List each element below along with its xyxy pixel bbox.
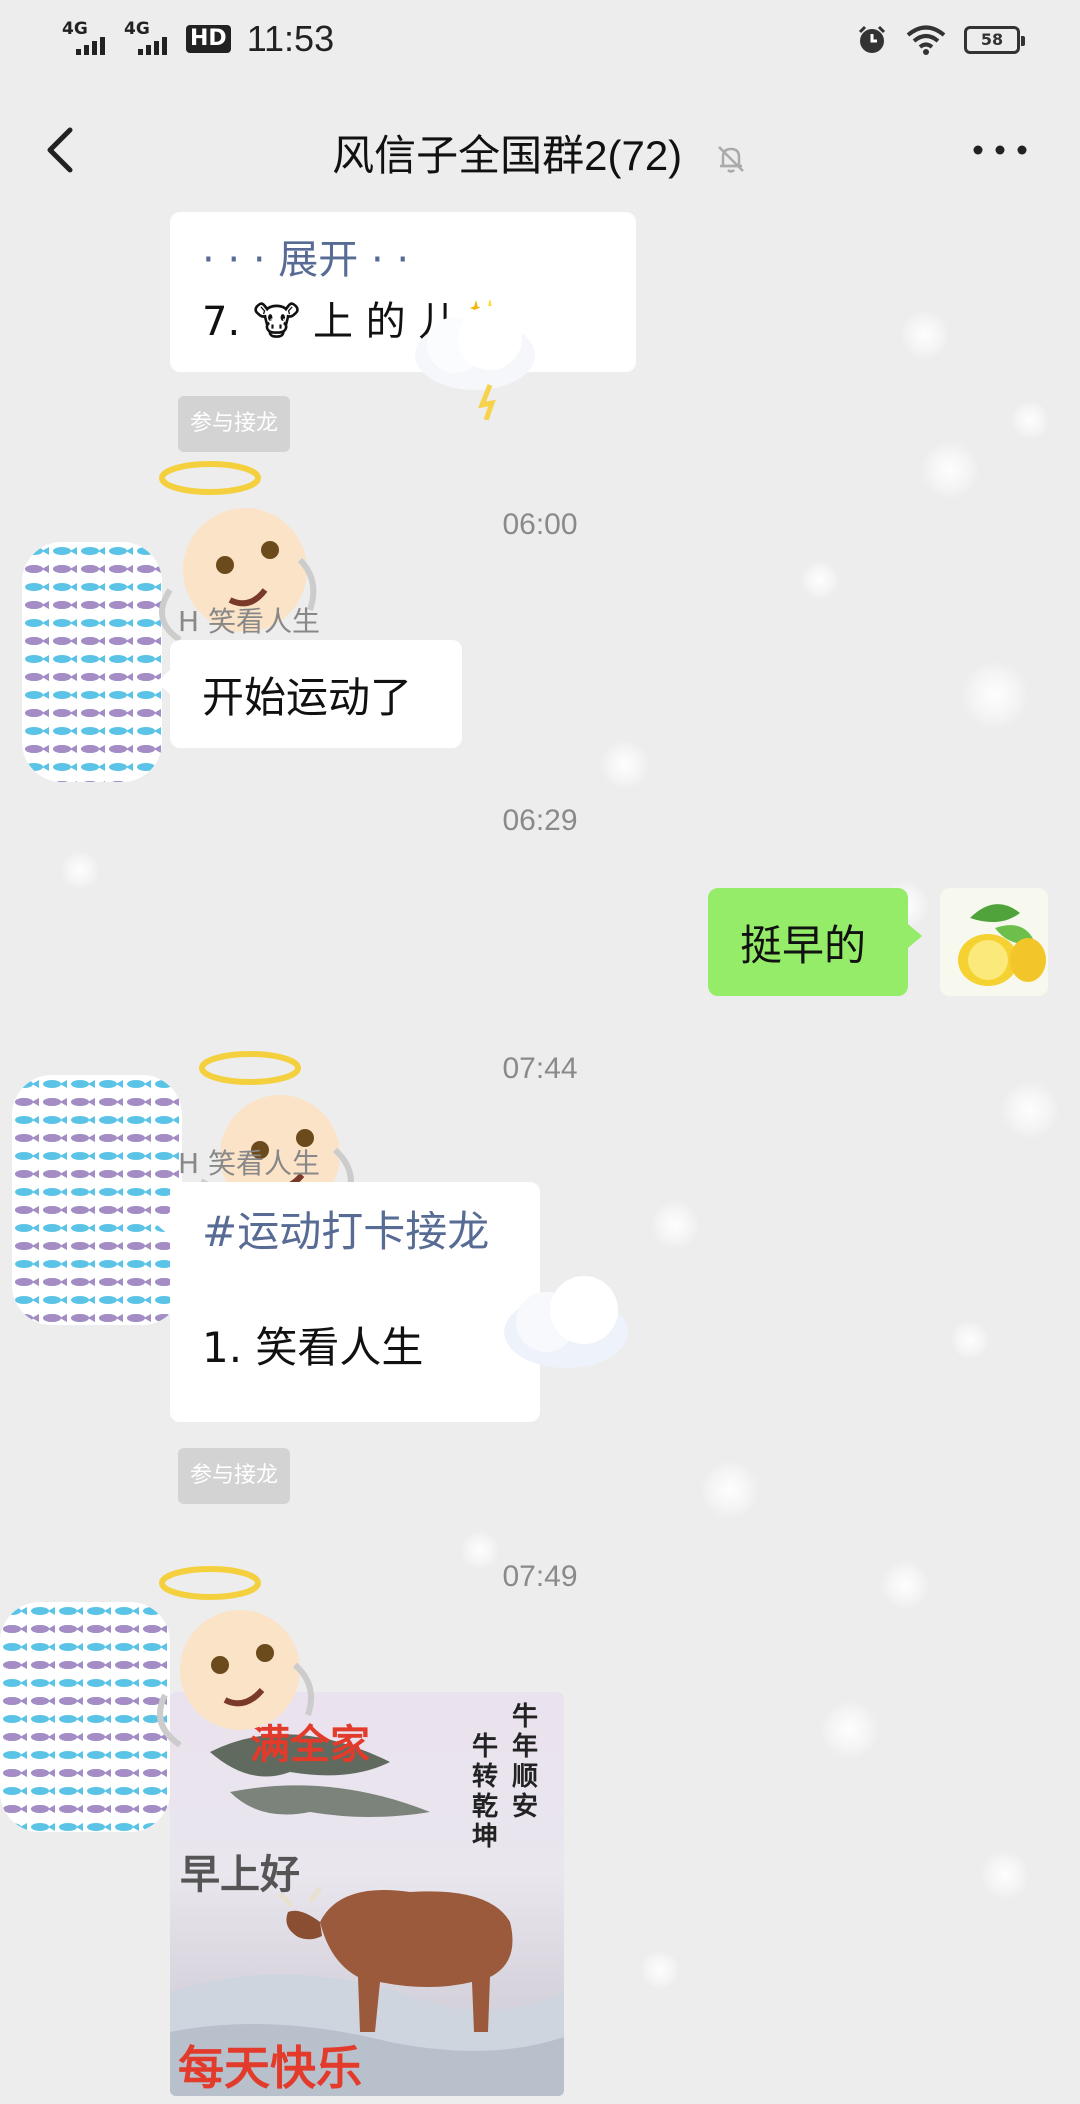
alarm-icon	[858, 25, 886, 53]
message-bubble-solitaire[interactable]: #运动打卡接龙 1. 笑看人生	[156, 1182, 540, 1422]
sender-name: H 笑看人生	[178, 605, 320, 638]
message-text: 1. 笑看人生	[202, 1323, 424, 1372]
wifi-icon	[906, 25, 946, 55]
fish-pattern-avatar	[0, 1602, 170, 1832]
chat-title: 风信子全国群2(72)	[0, 122, 1080, 183]
message-text: 开始运动了	[202, 673, 413, 722]
signal-icon-2: 4G	[124, 19, 176, 59]
my-avatar[interactable]	[940, 888, 1048, 996]
image-text-mid: 早上好	[180, 1852, 300, 1898]
clock: 11:53	[246, 18, 335, 59]
timestamp: 06:29	[502, 804, 578, 837]
avatar[interactable]	[0, 1602, 170, 1832]
join-solitaire-chip[interactable]: 参与接龙	[178, 1448, 291, 1504]
image-text-right1: 牛年顺安	[512, 1702, 539, 1822]
image-text-right2: 牛转乾坤	[472, 1732, 499, 1852]
status-bar: 4G 4G HD 11:53 58	[0, 0, 1080, 90]
sender-name: H 笑看人生	[178, 1147, 320, 1180]
my-message-bubble[interactable]: 挺早的	[708, 888, 922, 996]
chat-header: 风信子全国群2(72)	[0, 100, 1080, 200]
message-text: 挺早的	[740, 921, 867, 970]
cloud-sticker	[415, 306, 535, 420]
avatar[interactable]	[22, 542, 162, 782]
signal-icon: 4G	[62, 19, 114, 59]
angel-sticker	[157, 1566, 314, 1748]
fish-pattern-avatar	[12, 1075, 182, 1325]
solitaire-hashtag[interactable]: #运动打卡接龙	[202, 1204, 508, 1260]
avatar[interactable]	[12, 1075, 182, 1325]
fish-pattern-avatar	[22, 542, 162, 782]
group-name: 风信子全国群2(72)	[332, 132, 683, 179]
more-options-icon[interactable]	[970, 138, 1030, 162]
image-text-bottom: 每天快乐	[178, 2041, 362, 2095]
message-bubble[interactable]: 开始运动了	[156, 640, 462, 748]
cloud-sticker	[504, 1276, 628, 1368]
battery-icon: 58	[964, 26, 1025, 54]
lemon-avatar-image	[940, 888, 1048, 996]
hd-icon: HD	[186, 25, 231, 53]
mute-bell-icon	[717, 146, 744, 173]
expand-link[interactable]: · · · 展开 · ·	[202, 232, 604, 288]
join-solitaire-chip[interactable]: 参与接龙	[178, 396, 291, 452]
